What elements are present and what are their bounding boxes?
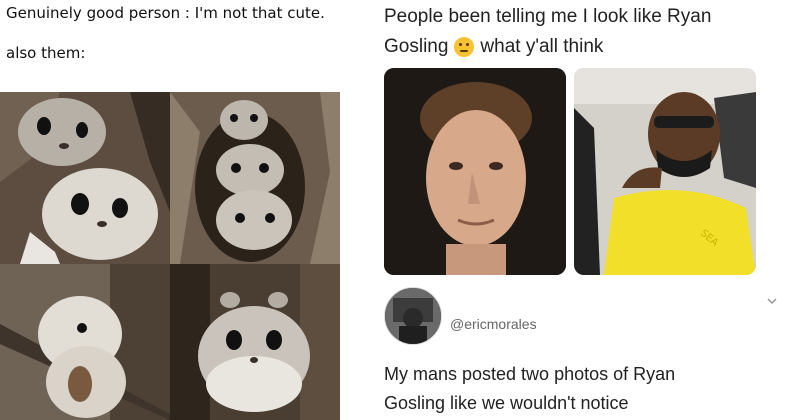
tweet-image-right[interactable]: SEA [574,68,756,275]
tweet-text-line2-tail: what y'all think [480,36,604,57]
squirrel-photo-2 [170,92,340,264]
meme-caption-line1: Genuinely good person : I'm not that cut… [6,4,325,22]
squirrel-photo-3 [0,264,170,420]
tweet-text-line1: People been telling me I look like Ryan [384,6,712,27]
thinking-face-emoji-icon [454,37,475,57]
reply-text-line2: Gosling like we wouldn't notice [384,393,629,413]
meme-caption-line2: also them: [6,44,86,62]
tweet-panel: People been telling me I look like Ryan … [340,0,800,420]
reply-text-line1: My mans posted two photos of Ryan [384,364,676,384]
squirrel-photo-1 [0,92,170,264]
squirrel-photo-4 [170,264,340,420]
tweet-text-line2-start: Gosling [384,36,449,57]
reply-avatar[interactable] [384,287,442,345]
tweet-image-left[interactable] [384,68,566,275]
left-meme-panel: Genuinely good person : I'm not that cut… [0,0,340,420]
chevron-down-icon[interactable] [766,292,778,305]
reply-handle[interactable]: @ericmorales [450,316,537,332]
tweet-text-line2: Gosling what y'all think [384,36,603,58]
